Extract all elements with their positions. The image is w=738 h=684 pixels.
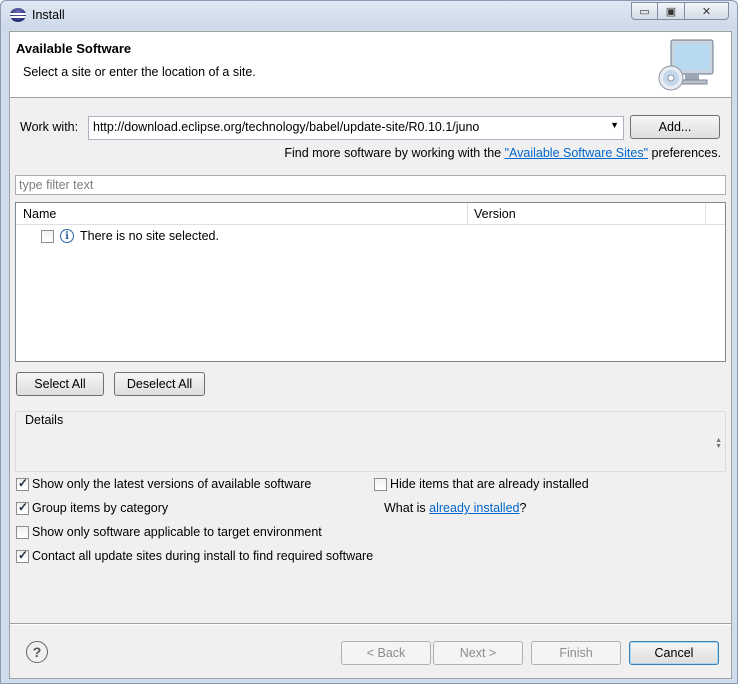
column-name[interactable]: Name <box>16 203 468 225</box>
details-scrollbar[interactable]: ▲ ▼ <box>715 437 722 450</box>
option-hide-installed[interactable]: Hide items that are already installed <box>374 477 589 491</box>
work-with-value: http://download.eclipse.org/technology/b… <box>93 120 480 134</box>
finish-button[interactable]: Finish <box>531 641 621 665</box>
software-tree[interactable]: Name Version i There is no site selected… <box>15 202 726 362</box>
find-more-text: Find more software by working with the "… <box>284 146 721 160</box>
window-controls: ▭ ▣ ✕ <box>631 2 729 20</box>
install-banner-icon <box>658 39 714 91</box>
tree-header: Name Version <box>16 203 725 225</box>
tree-row-checkbox[interactable] <box>41 229 54 243</box>
details-label: Details <box>24 413 65 427</box>
column-version[interactable]: Version <box>468 203 706 225</box>
footer-divider <box>10 623 731 625</box>
hide-installed-checkbox[interactable] <box>374 477 387 491</box>
what-is-installed-text: What is already installed? <box>384 501 527 515</box>
work-with-combo[interactable]: http://download.eclipse.org/technology/b… <box>88 116 624 140</box>
minimize-button[interactable]: ▭ <box>631 2 658 20</box>
install-window: Install ▭ ▣ ✕ Available Software Select … <box>0 0 738 684</box>
select-all-button[interactable]: Select All <box>16 372 104 396</box>
title-bar[interactable]: Install ▭ ▣ ✕ <box>1 1 737 29</box>
help-icon[interactable]: ? <box>26 641 48 663</box>
info-icon: i <box>60 229 74 243</box>
tree-row-text: There is no site selected. <box>80 229 219 243</box>
close-button[interactable]: ✕ <box>685 2 729 20</box>
dialog-body: Available Software Select a site or ente… <box>9 31 732 679</box>
add-site-button[interactable]: Add... <box>630 115 720 139</box>
tree-row[interactable]: i There is no site selected. <box>41 229 219 243</box>
details-panel: ▲ ▼ <box>15 411 726 472</box>
window-title: Install <box>32 8 65 22</box>
option-contact-update-sites[interactable]: Contact all update sites during install … <box>16 548 373 563</box>
next-button[interactable]: Next > <box>433 641 523 665</box>
work-with-label: Work with: <box>20 120 79 134</box>
chevron-down-icon[interactable]: ▼ <box>610 120 619 130</box>
option-group-by-category[interactable]: Group items by category <box>16 500 168 515</box>
page-description: Select a site or enter the location of a… <box>23 65 256 79</box>
maximize-button[interactable]: ▣ <box>658 2 685 20</box>
filter-input[interactable]: type filter text <box>15 175 726 195</box>
page-title: Available Software <box>16 41 132 56</box>
contact-update-sites-checkbox[interactable] <box>16 548 29 563</box>
eclipse-icon <box>10 8 26 22</box>
target-environment-checkbox[interactable] <box>16 525 29 539</box>
group-by-category-checkbox[interactable] <box>16 500 29 515</box>
cancel-button[interactable]: Cancel <box>629 641 719 665</box>
option-latest-versions[interactable]: Show only the latest versions of availab… <box>16 476 311 491</box>
deselect-all-button[interactable]: Deselect All <box>114 372 205 396</box>
latest-versions-checkbox[interactable] <box>16 476 29 491</box>
already-installed-link[interactable]: already installed <box>429 501 519 515</box>
back-button[interactable]: < Back <box>341 641 431 665</box>
available-software-sites-link[interactable]: "Available Software Sites" <box>505 146 648 160</box>
option-target-environment[interactable]: Show only software applicable to target … <box>16 525 322 539</box>
wizard-header: Available Software Select a site or ente… <box>10 32 731 98</box>
